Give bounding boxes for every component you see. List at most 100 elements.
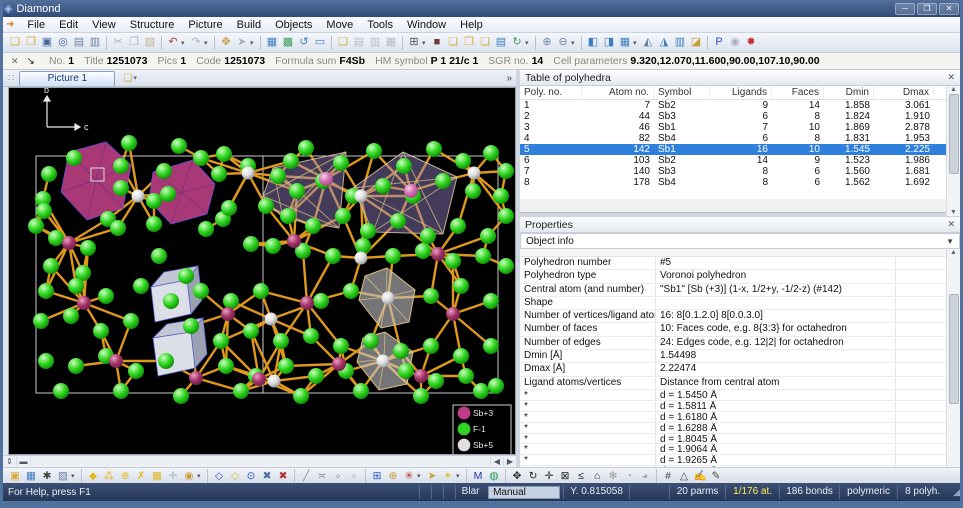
pencil-annotate-icon[interactable]: ✎ <box>708 469 724 483</box>
redo-dropdown-icon[interactable]: ▾ <box>204 39 211 47</box>
triangle-measure-icon[interactable]: △ <box>676 469 692 483</box>
tab-picture-1[interactable]: Picture 1 <box>19 71 115 86</box>
menu-edit[interactable]: Edit <box>52 18 85 32</box>
radiation-dropdown-icon[interactable]: ▾ <box>456 472 463 480</box>
property-row[interactable]: Number of faces10: Faces code, e.g. 8{3:… <box>520 323 946 336</box>
destroy-red-icon[interactable]: ✖ <box>275 469 291 483</box>
property-row[interactable]: *d = 1.5450 Å <box>520 390 946 401</box>
h-bridge-icon[interactable]: ≍ <box>314 469 330 483</box>
print-preview-icon[interactable]: ▤ <box>71 35 87 50</box>
refresh-loop-icon[interactable]: ↻ <box>509 35 525 50</box>
fill-cell-icon[interactable]: ◆ <box>85 469 101 483</box>
zoom-out-dropdown-icon[interactable]: ▾ <box>571 39 578 47</box>
properties-scroll-thumb[interactable] <box>949 294 959 404</box>
new-picture-icon[interactable]: ▦ <box>264 35 280 50</box>
property-row[interactable]: *d = 1.5811 Å <box>520 401 946 412</box>
tabstrip-grip-icon[interactable]: ∷ <box>8 73 14 84</box>
build-tools-icon[interactable]: ✱ <box>39 469 55 483</box>
folder-up-icon[interactable]: ❐ <box>461 35 477 50</box>
table-row[interactable]: 5142Sb116101.5452.225 <box>520 144 946 155</box>
cell-edit-icon[interactable]: ⊞ <box>369 469 385 483</box>
property-row[interactable]: *d = 1.6288 Å <box>520 423 946 434</box>
star-vertex-icon[interactable]: ✳ <box>401 469 417 483</box>
camera-a-icon[interactable]: ◔ <box>621 469 637 483</box>
property-row[interactable]: Number of edges24: Edges code, e.g. 12|2… <box>520 337 946 350</box>
pan-icon[interactable]: ✥ <box>218 35 234 50</box>
undo-icon[interactable]: ↶ <box>165 35 181 50</box>
scroll-right-icon[interactable]: ▶ <box>503 457 516 466</box>
frame-a-icon[interactable]: ▤ <box>351 35 367 50</box>
find-icon[interactable]: ◎ <box>55 35 71 50</box>
column-header-dmin[interactable]: Dmin <box>824 86 874 99</box>
menu-structure[interactable]: Structure <box>123 18 182 32</box>
panel-table-icon[interactable]: ▦ <box>617 35 633 50</box>
structure-canvas[interactable]: bcSb+3F-1Sb+5 <box>8 87 516 455</box>
contact-b-icon[interactable]: ∘ <box>346 469 362 483</box>
packing-range-icon[interactable]: ▦ <box>149 469 165 483</box>
property-row[interactable]: Dmin [Å]1.54498 <box>520 350 946 363</box>
sphere-in-cell-icon[interactable]: ⊕ <box>385 469 401 483</box>
new-picture-tab-icon[interactable]: ❏ <box>123 73 132 84</box>
property-row[interactable]: Ligand atoms/verticesDistance from centr… <box>520 377 946 390</box>
rotate-view-icon[interactable]: ↻ <box>525 469 541 483</box>
redo-icon[interactable]: ↷ <box>188 35 204 50</box>
globe-view-icon[interactable]: ◍ <box>486 469 502 483</box>
zoom-in-icon[interactable]: ⊕ <box>539 35 555 50</box>
picture-wizard-icon[interactable]: ▩ <box>280 35 296 50</box>
menu-move[interactable]: Move <box>319 18 360 32</box>
column-header-dmax[interactable]: Dmax <box>874 86 934 99</box>
open-file-icon[interactable]: ❒ <box>23 35 39 50</box>
infobar-close-icon[interactable]: ✕ <box>11 56 19 67</box>
property-row[interactable]: Polyhedron typeVoronoi polyhedron <box>520 270 946 283</box>
mode-input[interactable]: Manual <box>488 486 560 499</box>
table-row[interactable]: 244Sb3681.8241.910 <box>520 111 946 122</box>
property-row[interactable]: Number of vertices/ligand atoms16: 8[0.1… <box>520 310 946 323</box>
menu-view[interactable]: View <box>85 18 123 32</box>
property-row[interactable]: Central atom (and number)"Sb1" [Sb (+3)]… <box>520 284 946 297</box>
table-scroll-thumb[interactable] <box>949 94 959 174</box>
menu-build[interactable]: Build <box>230 18 268 32</box>
polyhedron-yellow-icon[interactable]: ◇ <box>227 469 243 483</box>
camera-b-icon[interactable]: ◕ <box>637 469 653 483</box>
picture-edit-icon[interactable]: ▦ <box>23 469 39 483</box>
column-header-symbol[interactable]: Symbol <box>654 86 710 99</box>
folder-link-icon[interactable]: ❑ <box>477 35 493 50</box>
frame-c-icon[interactable]: ▦ <box>383 35 399 50</box>
maximize-button[interactable]: ❐ <box>917 3 937 15</box>
properties-p-icon[interactable]: P <box>711 35 727 50</box>
table-row[interactable]: 6103Sb21491.5231.986 <box>520 155 946 166</box>
spin-control-icon[interactable]: ⇕ <box>3 457 17 466</box>
table-row[interactable]: 346Sb17101.8692.878 <box>520 122 946 133</box>
polyhedra-table-header[interactable]: Poly. no.Atom no.SymbolLigandsFacesDminD… <box>520 86 946 100</box>
structure-scene[interactable]: bcSb+3F-1Sb+5 <box>9 88 515 454</box>
measure-m-icon[interactable]: M <box>470 469 486 483</box>
star-vertex-dropdown-icon[interactable]: ▾ <box>417 472 424 480</box>
bond-tool-icon[interactable]: ╱ <box>298 469 314 483</box>
chart-a-icon[interactable]: ◭ <box>640 35 656 50</box>
property-row[interactable]: Shape <box>520 297 946 310</box>
table-vertical-scrollbar[interactable]: ▲ ▼ <box>946 86 960 216</box>
table-mode-icon[interactable]: ⊞ <box>406 35 422 50</box>
dark-picture-icon[interactable]: ■ <box>429 35 445 50</box>
scroll-down-icon[interactable]: ▼ <box>950 209 957 216</box>
picture-layout-icon[interactable]: ❏ <box>335 35 351 50</box>
table-row[interactable]: 8178Sb4861.5621.692 <box>520 177 946 188</box>
destroy-blue-icon[interactable]: ✖ <box>259 469 275 483</box>
paste-icon[interactable]: ▧ <box>142 35 158 50</box>
report-sheet-icon[interactable]: ▤ <box>493 35 509 50</box>
minimize-button[interactable]: ─ <box>895 3 915 15</box>
panel-table-dropdown-icon[interactable]: ▾ <box>633 39 640 47</box>
refresh-loop-dropdown-icon[interactable]: ▾ <box>525 39 532 47</box>
menu-window[interactable]: Window <box>400 18 453 32</box>
view-filter-icon[interactable]: ▨ <box>55 469 71 483</box>
tabstrip-overflow-chevron[interactable]: » <box>506 73 512 84</box>
scroll-up-icon[interactable]: ▲ <box>950 86 957 93</box>
column-header-faces[interactable]: Faces <box>772 86 824 99</box>
camera-icon[interactable]: ◉ <box>727 35 743 50</box>
object-info-dropdown[interactable]: Object info ▼ <box>520 233 960 249</box>
view-filter-dropdown-icon[interactable]: ▾ <box>71 472 78 480</box>
radiation-icon[interactable]: ✴ <box>440 469 456 483</box>
coordination-target-dropdown-icon[interactable]: ▾ <box>197 472 204 480</box>
resize-grip-icon[interactable]: ◢ <box>947 487 963 498</box>
chart-b-icon[interactable]: ◮ <box>656 35 672 50</box>
